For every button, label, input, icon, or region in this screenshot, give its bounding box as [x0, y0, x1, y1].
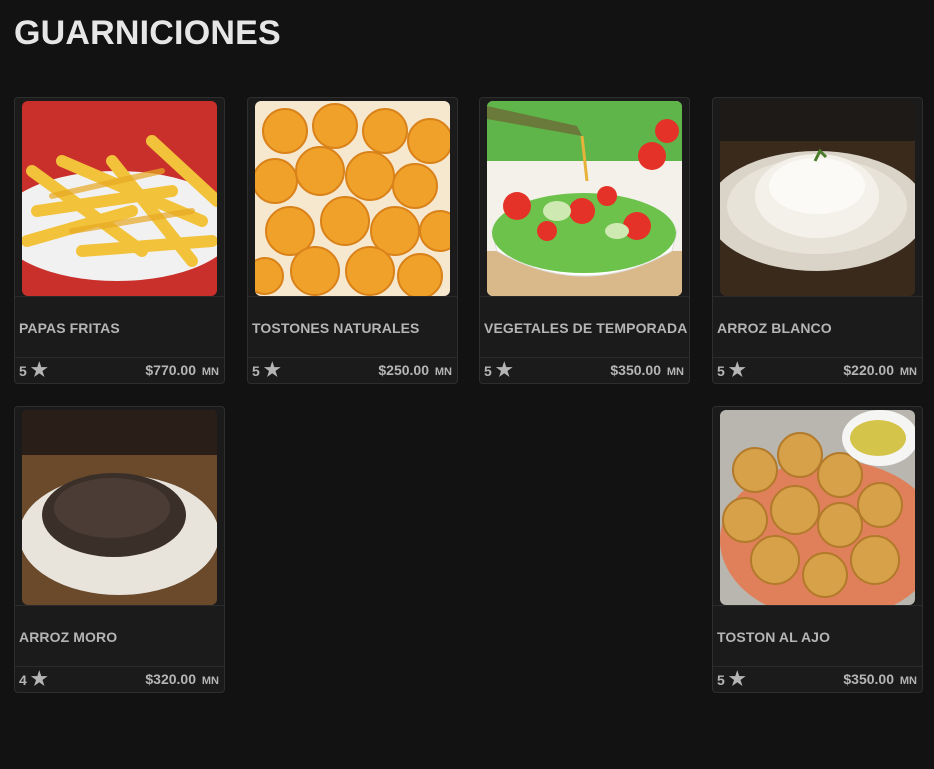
product-name[interactable]: VEGETALES DE TEMPORADA	[484, 320, 687, 336]
price-value: $350.00	[843, 671, 894, 687]
divider	[713, 666, 922, 667]
divider	[15, 296, 224, 297]
price-value: $770.00	[145, 362, 196, 378]
star-icon: ★	[30, 669, 48, 690]
product-image[interactable]	[720, 410, 915, 605]
divider	[15, 357, 224, 358]
product-price: $320.00 MN	[145, 671, 219, 687]
product-name[interactable]: PAPAS FRITAS	[19, 320, 120, 336]
divider	[248, 357, 457, 358]
product-price: $250.00 MN	[378, 362, 452, 378]
divider	[713, 605, 922, 606]
product-card-toston-al-ajo[interactable]: TOSTON AL AJO 5 ★ $350.00 MN	[712, 406, 923, 693]
product-card-vegetales-de-temporada[interactable]: VEGETALES DE TEMPORADA 5 ★ $350.00 MN	[479, 97, 690, 384]
product-rating: 5 ★	[717, 670, 746, 689]
divider	[15, 605, 224, 606]
rating-value: 4	[19, 671, 27, 688]
product-image[interactable]	[22, 410, 217, 605]
price-value: $350.00	[610, 362, 661, 378]
product-name[interactable]: TOSTON AL AJO	[717, 629, 830, 645]
divider	[713, 296, 922, 297]
product-card-tostones-naturales[interactable]: TOSTONES NATURALES 5 ★ $250.00 MN	[247, 97, 458, 384]
rating-value: 5	[252, 362, 260, 379]
product-card-arroz-moro[interactable]: ARROZ MORO 4 ★ $320.00 MN	[14, 406, 225, 693]
star-icon: ★	[728, 360, 746, 381]
divider	[480, 296, 689, 297]
product-rating: 4 ★	[19, 670, 48, 689]
price-value: $320.00	[145, 671, 196, 687]
product-price: $220.00 MN	[843, 362, 917, 378]
currency-label: MN	[899, 675, 917, 687]
star-icon: ★	[495, 360, 513, 381]
currency-label: MN	[899, 366, 917, 378]
star-icon: ★	[30, 360, 48, 381]
divider	[713, 357, 922, 358]
product-rating: 5 ★	[484, 361, 513, 380]
star-icon: ★	[263, 360, 281, 381]
rating-value: 5	[717, 362, 725, 379]
product-image[interactable]	[22, 101, 217, 296]
star-icon: ★	[728, 669, 746, 690]
product-image[interactable]	[720, 101, 915, 296]
currency-label: MN	[201, 675, 219, 687]
product-name[interactable]: ARROZ MORO	[19, 629, 117, 645]
product-name[interactable]: ARROZ BLANCO	[717, 320, 832, 336]
product-price: $350.00 MN	[610, 362, 684, 378]
product-image[interactable]	[487, 101, 682, 296]
price-value: $220.00	[843, 362, 894, 378]
product-rating: 5 ★	[717, 361, 746, 380]
product-name[interactable]: TOSTONES NATURALES	[252, 320, 419, 336]
product-rating: 5 ★	[19, 361, 48, 380]
currency-label: MN	[201, 366, 219, 378]
rating-value: 5	[19, 362, 27, 379]
product-price: $770.00 MN	[145, 362, 219, 378]
divider	[480, 357, 689, 358]
product-rating: 5 ★	[252, 361, 281, 380]
section-title: GUARNICIONES	[14, 14, 281, 52]
product-card-arroz-blanco[interactable]: ARROZ BLANCO 5 ★ $220.00 MN	[712, 97, 923, 384]
price-value: $250.00	[378, 362, 429, 378]
product-card-papas-fritas[interactable]: PAPAS FRITAS 5 ★ $770.00 MN	[14, 97, 225, 384]
rating-value: 5	[717, 671, 725, 688]
divider	[248, 296, 457, 297]
product-price: $350.00 MN	[843, 671, 917, 687]
currency-label: MN	[666, 366, 684, 378]
divider	[15, 666, 224, 667]
product-image[interactable]	[255, 101, 450, 296]
rating-value: 5	[484, 362, 492, 379]
currency-label: MN	[434, 366, 452, 378]
